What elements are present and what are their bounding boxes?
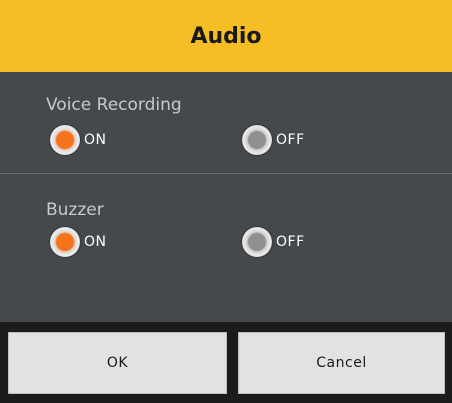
dialog-title-bar: Audio xyxy=(0,0,452,72)
dialog-title: Audio xyxy=(190,23,262,49)
radio-label: OFF xyxy=(276,234,305,250)
radio-selected-icon xyxy=(50,227,80,257)
radio-unselected-icon xyxy=(242,125,272,155)
section-divider xyxy=(0,173,452,174)
cancel-button[interactable]: Cancel xyxy=(238,332,445,394)
buzzer-label: Buzzer xyxy=(46,200,104,220)
radio-label: OFF xyxy=(276,132,305,148)
radio-label: ON xyxy=(84,132,107,148)
buzzer-off-radio[interactable]: OFF xyxy=(242,227,305,257)
radio-selected-icon xyxy=(50,125,80,155)
radio-label: ON xyxy=(84,234,107,250)
ok-button[interactable]: OK xyxy=(8,332,227,394)
buzzer-on-radio[interactable]: ON xyxy=(50,227,107,257)
audio-dialog: Audio Voice Recording ON OFF Buzzer ON O… xyxy=(0,0,452,403)
radio-unselected-icon xyxy=(242,227,272,257)
voice-recording-on-radio[interactable]: ON xyxy=(50,125,107,155)
voice-recording-label: Voice Recording xyxy=(46,95,182,115)
voice-recording-off-radio[interactable]: OFF xyxy=(242,125,305,155)
